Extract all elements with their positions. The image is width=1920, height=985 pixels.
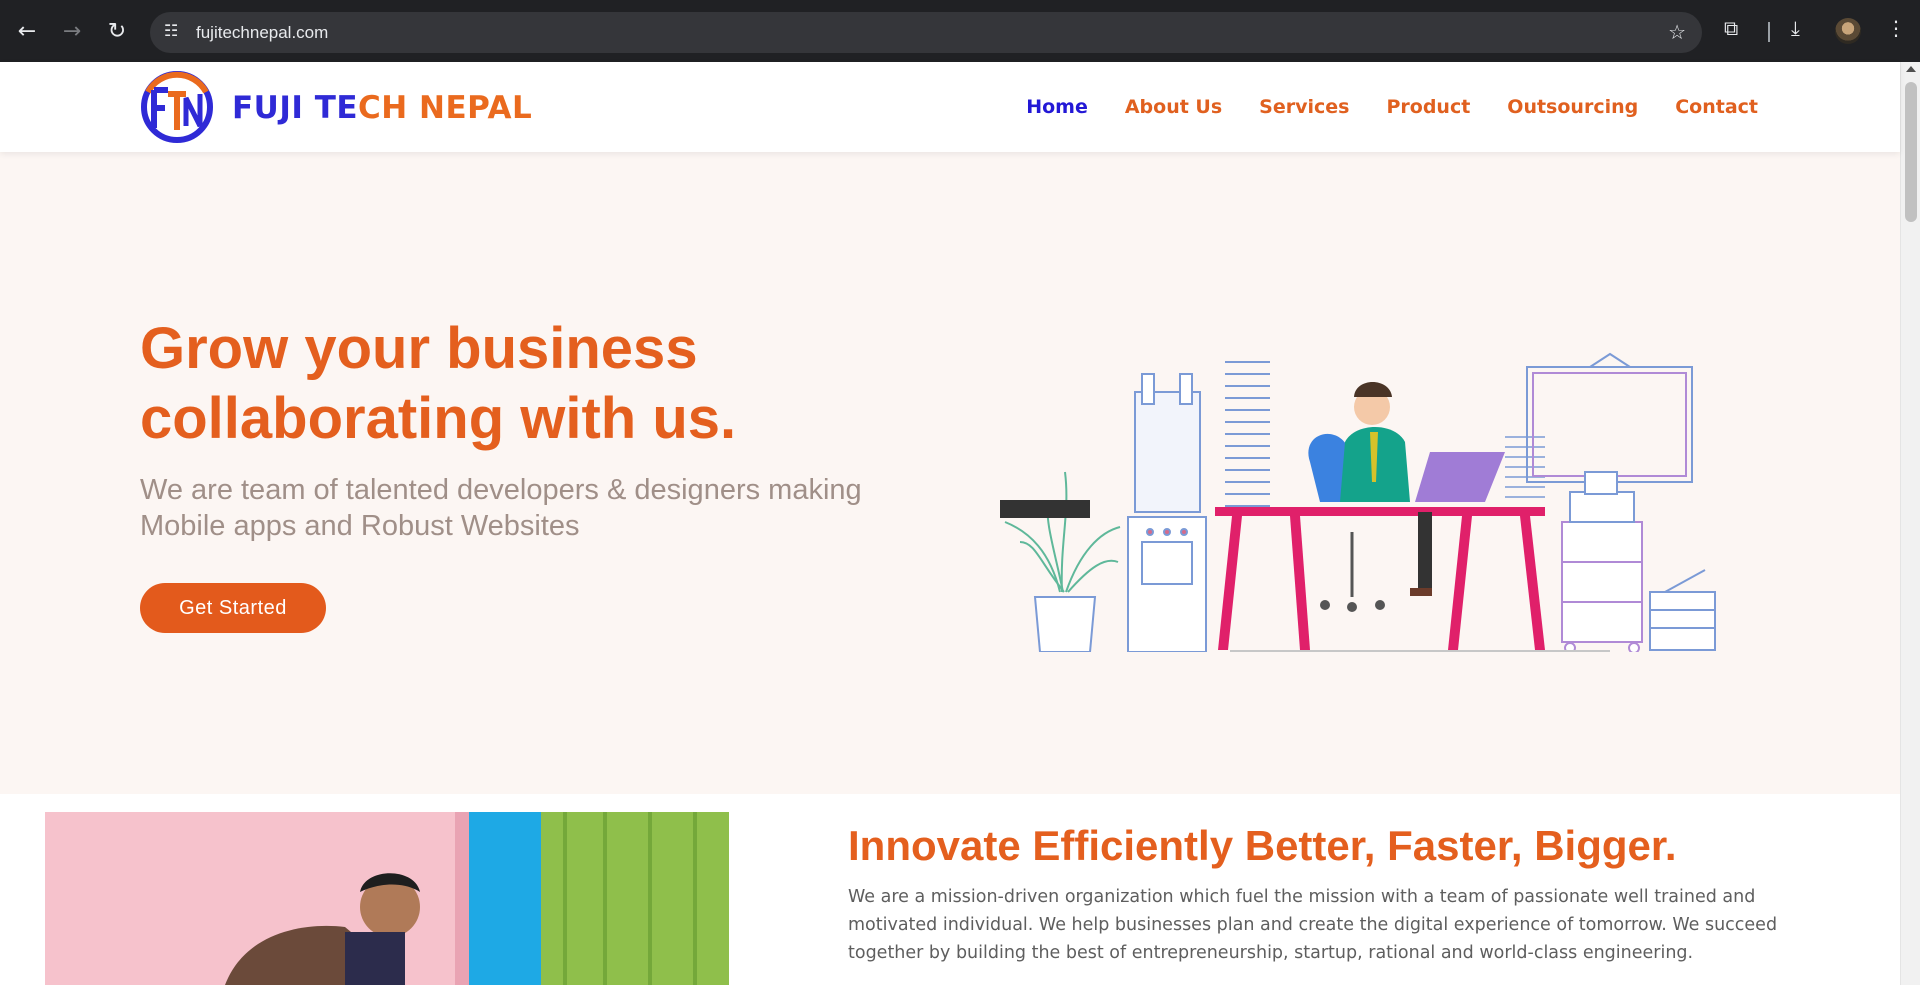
about-title: Innovate Efficiently Better, Faster, Big…: [848, 822, 1677, 869]
copier-icon: [1649, 569, 1716, 651]
plant-icon: [1004, 471, 1121, 593]
ftn-logo-icon[interactable]: [140, 70, 214, 144]
toolbar-divider: [1768, 22, 1770, 42]
address-bar[interactable]: ☷ fujitechnepal.com ☆: [150, 12, 1702, 53]
scroll-up-arrow-icon[interactable]: [1906, 66, 1916, 72]
brand-name-part1: FUJI TE: [232, 90, 359, 126]
paper-sheets-icon: [1505, 436, 1545, 498]
nav-about-us[interactable]: About Us: [1125, 96, 1222, 118]
file-cabinet-icon: [1561, 471, 1643, 652]
person-icon: [1000, 382, 1432, 596]
site-header: FUJI TECH NEPAL Home About Us Services P…: [0, 62, 1900, 152]
brand-name-part2: CH NEPAL: [358, 90, 533, 126]
menu-icon[interactable]: ⋮: [1886, 16, 1906, 40]
get-started-button[interactable]: Get Started: [140, 583, 326, 633]
plant-pot-icon: [1033, 596, 1097, 652]
nav-contact[interactable]: Contact: [1675, 96, 1758, 118]
hero-title: Grow your business collaborating with us…: [140, 316, 737, 451]
hero-subtitle: We are team of talented developers & des…: [140, 474, 862, 542]
office-worker-illustration: [1000, 352, 1716, 652]
desk-icon: [1215, 507, 1545, 650]
site-settings-icon[interactable]: ☷: [164, 21, 178, 40]
page-scrollbar[interactable]: [1900, 62, 1920, 985]
main-nav: Home About Us Services Product Outsourci…: [1026, 96, 1758, 118]
browser-toolbar: ← → ↻ ☷ fujitechnepal.com ☆ ⧉ ⤓ ⋮: [0, 0, 1920, 62]
whiteboard-icon: [1526, 352, 1693, 483]
about-description: We are a mission-driven organization whi…: [848, 887, 1778, 963]
download-icon[interactable]: ⤓: [1791, 16, 1800, 40]
hero-section: Grow your business collaborating with us…: [0, 152, 1900, 794]
forward-icon[interactable]: →: [54, 14, 90, 50]
url-text[interactable]: fujitechnepal.com: [196, 23, 328, 43]
nav-services[interactable]: Services: [1259, 96, 1349, 118]
water-cooler-icon: [1127, 373, 1207, 652]
team-photo-image: [45, 812, 729, 985]
paper-stack-icon: [1225, 361, 1270, 507]
nav-product[interactable]: Product: [1386, 96, 1470, 118]
profile-avatar[interactable]: [1835, 18, 1861, 44]
extensions-icon[interactable]: ⧉: [1724, 16, 1738, 40]
nav-home[interactable]: Home: [1026, 96, 1088, 118]
bookmark-star-icon[interactable]: ☆: [1668, 20, 1686, 44]
nav-outsourcing[interactable]: Outsourcing: [1507, 96, 1638, 118]
back-icon[interactable]: ←: [9, 14, 45, 50]
scrollbar-thumb[interactable]: [1905, 82, 1917, 222]
reload-icon[interactable]: ↻: [99, 14, 135, 50]
laptop-icon: [1415, 452, 1505, 502]
brand-logo-text[interactable]: FUJI TECH NEPAL: [232, 90, 532, 126]
team-photo: [45, 812, 729, 985]
